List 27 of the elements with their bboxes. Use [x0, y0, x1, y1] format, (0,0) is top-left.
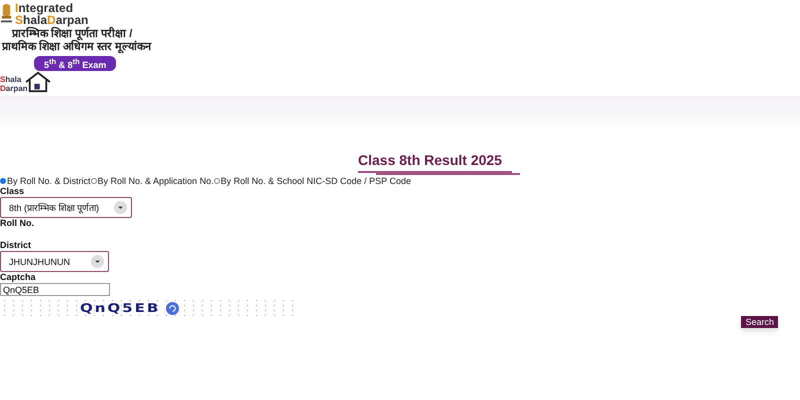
brand-name: Darpan	[47, 14, 88, 26]
brand-name: Integrated	[15, 2, 74, 14]
district-dropdown[interactable]: JHUNJHUNUN	[0, 251, 109, 272]
radio-label[interactable]: By Roll No. & School NIC-SD Code / PSP Code	[220, 176, 411, 186]
logo-text: Darpan	[0, 84, 28, 93]
radio-label[interactable]: By Roll No. & District	[7, 176, 91, 186]
radio-button[interactable]	[214, 178, 220, 184]
class-dropdown[interactable]: 8th (प्रारम्भिक शिक्षा पूर्णता)	[0, 197, 132, 218]
exam-title: प्राथमिक शिक्षा अधिगम स्तर मूल्यांकन	[2, 41, 152, 54]
exam-badge: 5$^{th}$ & 8$^{th}$ Exam	[34, 56, 116, 71]
field-label: Roll No.	[0, 218, 35, 229]
field-label: District	[0, 240, 32, 251]
radio-button[interactable]	[90, 178, 97, 184]
refresh-icon[interactable]	[166, 302, 180, 314]
brand-name: Shala	[15, 14, 48, 26]
captcha-image: QnQ5EB	[80, 300, 160, 316]
search-button[interactable]: Search	[741, 316, 778, 328]
logo-text: Shala	[0, 75, 22, 84]
page-title: Class 8th Result 2025	[358, 152, 503, 168]
field-label: Captcha	[0, 272, 37, 283]
caret-icon	[91, 255, 104, 268]
captcha-field[interactable]: QnQ5EB	[0, 283, 110, 296]
radio-label[interactable]: By Roll No. & Application No.	[98, 176, 214, 186]
field-label: Class	[0, 186, 26, 197]
caret-icon	[114, 201, 127, 214]
exam-title: प्रारम्भिक शिक्षा पूर्णता परीक्षा /	[12, 28, 134, 40]
radio-button[interactable]	[0, 178, 6, 184]
